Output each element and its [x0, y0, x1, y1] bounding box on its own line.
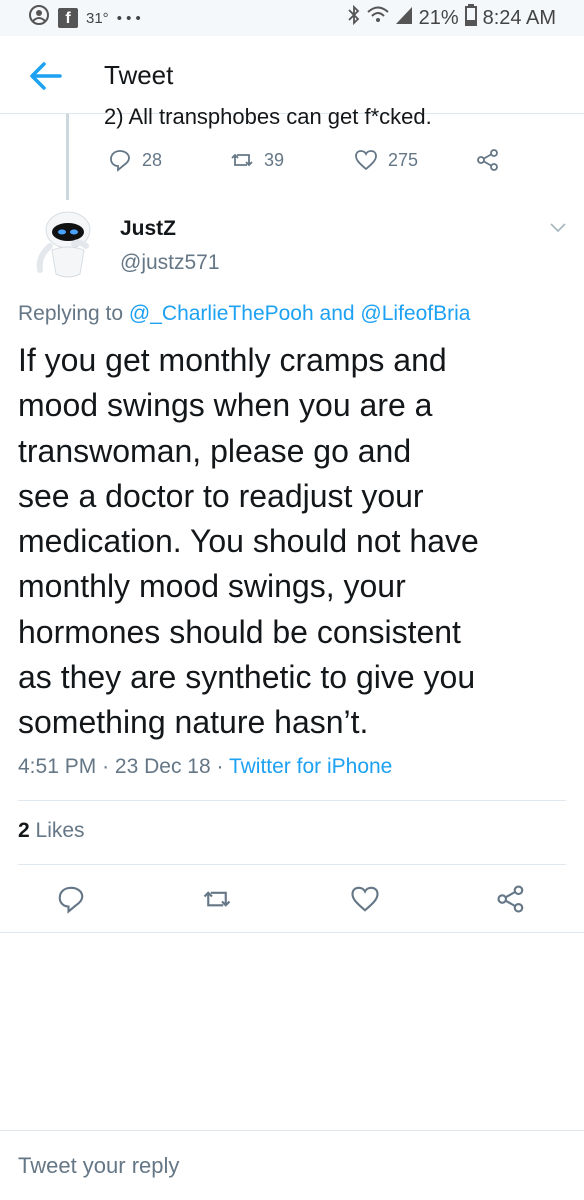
replying-to: Replying to @_CharlieThePooh and @Lifeof…	[18, 302, 470, 326]
page-title: Tweet	[104, 60, 174, 90]
reply-icon	[110, 150, 130, 172]
account-icon	[28, 4, 50, 32]
tweet-actions	[0, 880, 584, 920]
meta-separator: ·	[216, 755, 224, 778]
avatar[interactable]	[30, 200, 102, 282]
previous-retweet-count: 39	[264, 149, 285, 170]
replying-user-link-2[interactable]: @LifeofBria	[360, 302, 470, 325]
wifi-icon	[366, 5, 389, 31]
share-icon[interactable]	[496, 884, 526, 914]
divider	[0, 932, 584, 933]
user-handle[interactable]: @justz571	[120, 251, 220, 275]
heart-icon[interactable]	[350, 884, 380, 914]
retweet-icon[interactable]	[202, 884, 232, 914]
replying-and: and	[319, 302, 355, 325]
battery-percent: 21%	[418, 6, 459, 29]
status-bar: f 31° • • • 21% 8:24 AM	[0, 0, 584, 36]
reply-bar	[0, 1130, 584, 1200]
previous-tweet-text: 2) All transphobes can get f*cked.	[104, 104, 432, 129]
previous-reply-count: 28	[142, 149, 163, 170]
tweet-date: 23 Dec 18	[114, 755, 211, 778]
tweet-time: 4:51 PM	[18, 755, 97, 778]
replying-user-link-1[interactable]: @_CharlieThePooh	[129, 302, 314, 325]
temperature: 31°	[86, 9, 109, 27]
display-name[interactable]: JustZ	[120, 217, 176, 241]
signal-icon	[395, 5, 413, 31]
share-icon	[477, 149, 498, 171]
likes-summary[interactable]: 2 Likes	[18, 819, 85, 843]
bluetooth-icon	[347, 4, 361, 32]
previous-retweet-button[interactable]: 39	[230, 148, 284, 172]
heart-icon	[355, 150, 377, 171]
divider	[18, 864, 566, 865]
reply-input[interactable]	[18, 1153, 558, 1179]
previous-share-button[interactable]	[476, 148, 500, 172]
previous-reply-button[interactable]: 28	[108, 148, 162, 172]
tweet-source-link[interactable]: Twitter for iPhone	[229, 755, 392, 778]
battery-icon	[464, 4, 477, 32]
facebook-icon: f	[58, 8, 78, 28]
likes-label: Likes	[35, 819, 85, 842]
app-bar: Tweet	[0, 36, 584, 114]
tweet-text: If you get monthly cramps and mood swing…	[18, 342, 479, 741]
replying-prefix: Replying to	[18, 302, 124, 325]
clock: 8:24 AM	[482, 6, 556, 29]
tweet-meta: 4:51 PM · 23 Dec 18 · Twitter for iPhone	[18, 755, 392, 779]
likes-count: 2	[18, 819, 30, 842]
meta-separator: ·	[102, 755, 110, 778]
previous-tweet-actions: 28 39 275	[104, 148, 524, 174]
previous-like-count: 275	[388, 149, 419, 170]
divider	[18, 800, 566, 801]
retweet-icon	[231, 153, 253, 167]
reply-icon[interactable]	[56, 884, 86, 914]
back-arrow-icon[interactable]	[28, 58, 64, 94]
chevron-down-icon[interactable]	[548, 220, 568, 236]
previous-like-button[interactable]: 275	[354, 148, 418, 172]
thread-line	[66, 114, 69, 200]
more-notifications-icon: • • •	[116, 9, 141, 27]
